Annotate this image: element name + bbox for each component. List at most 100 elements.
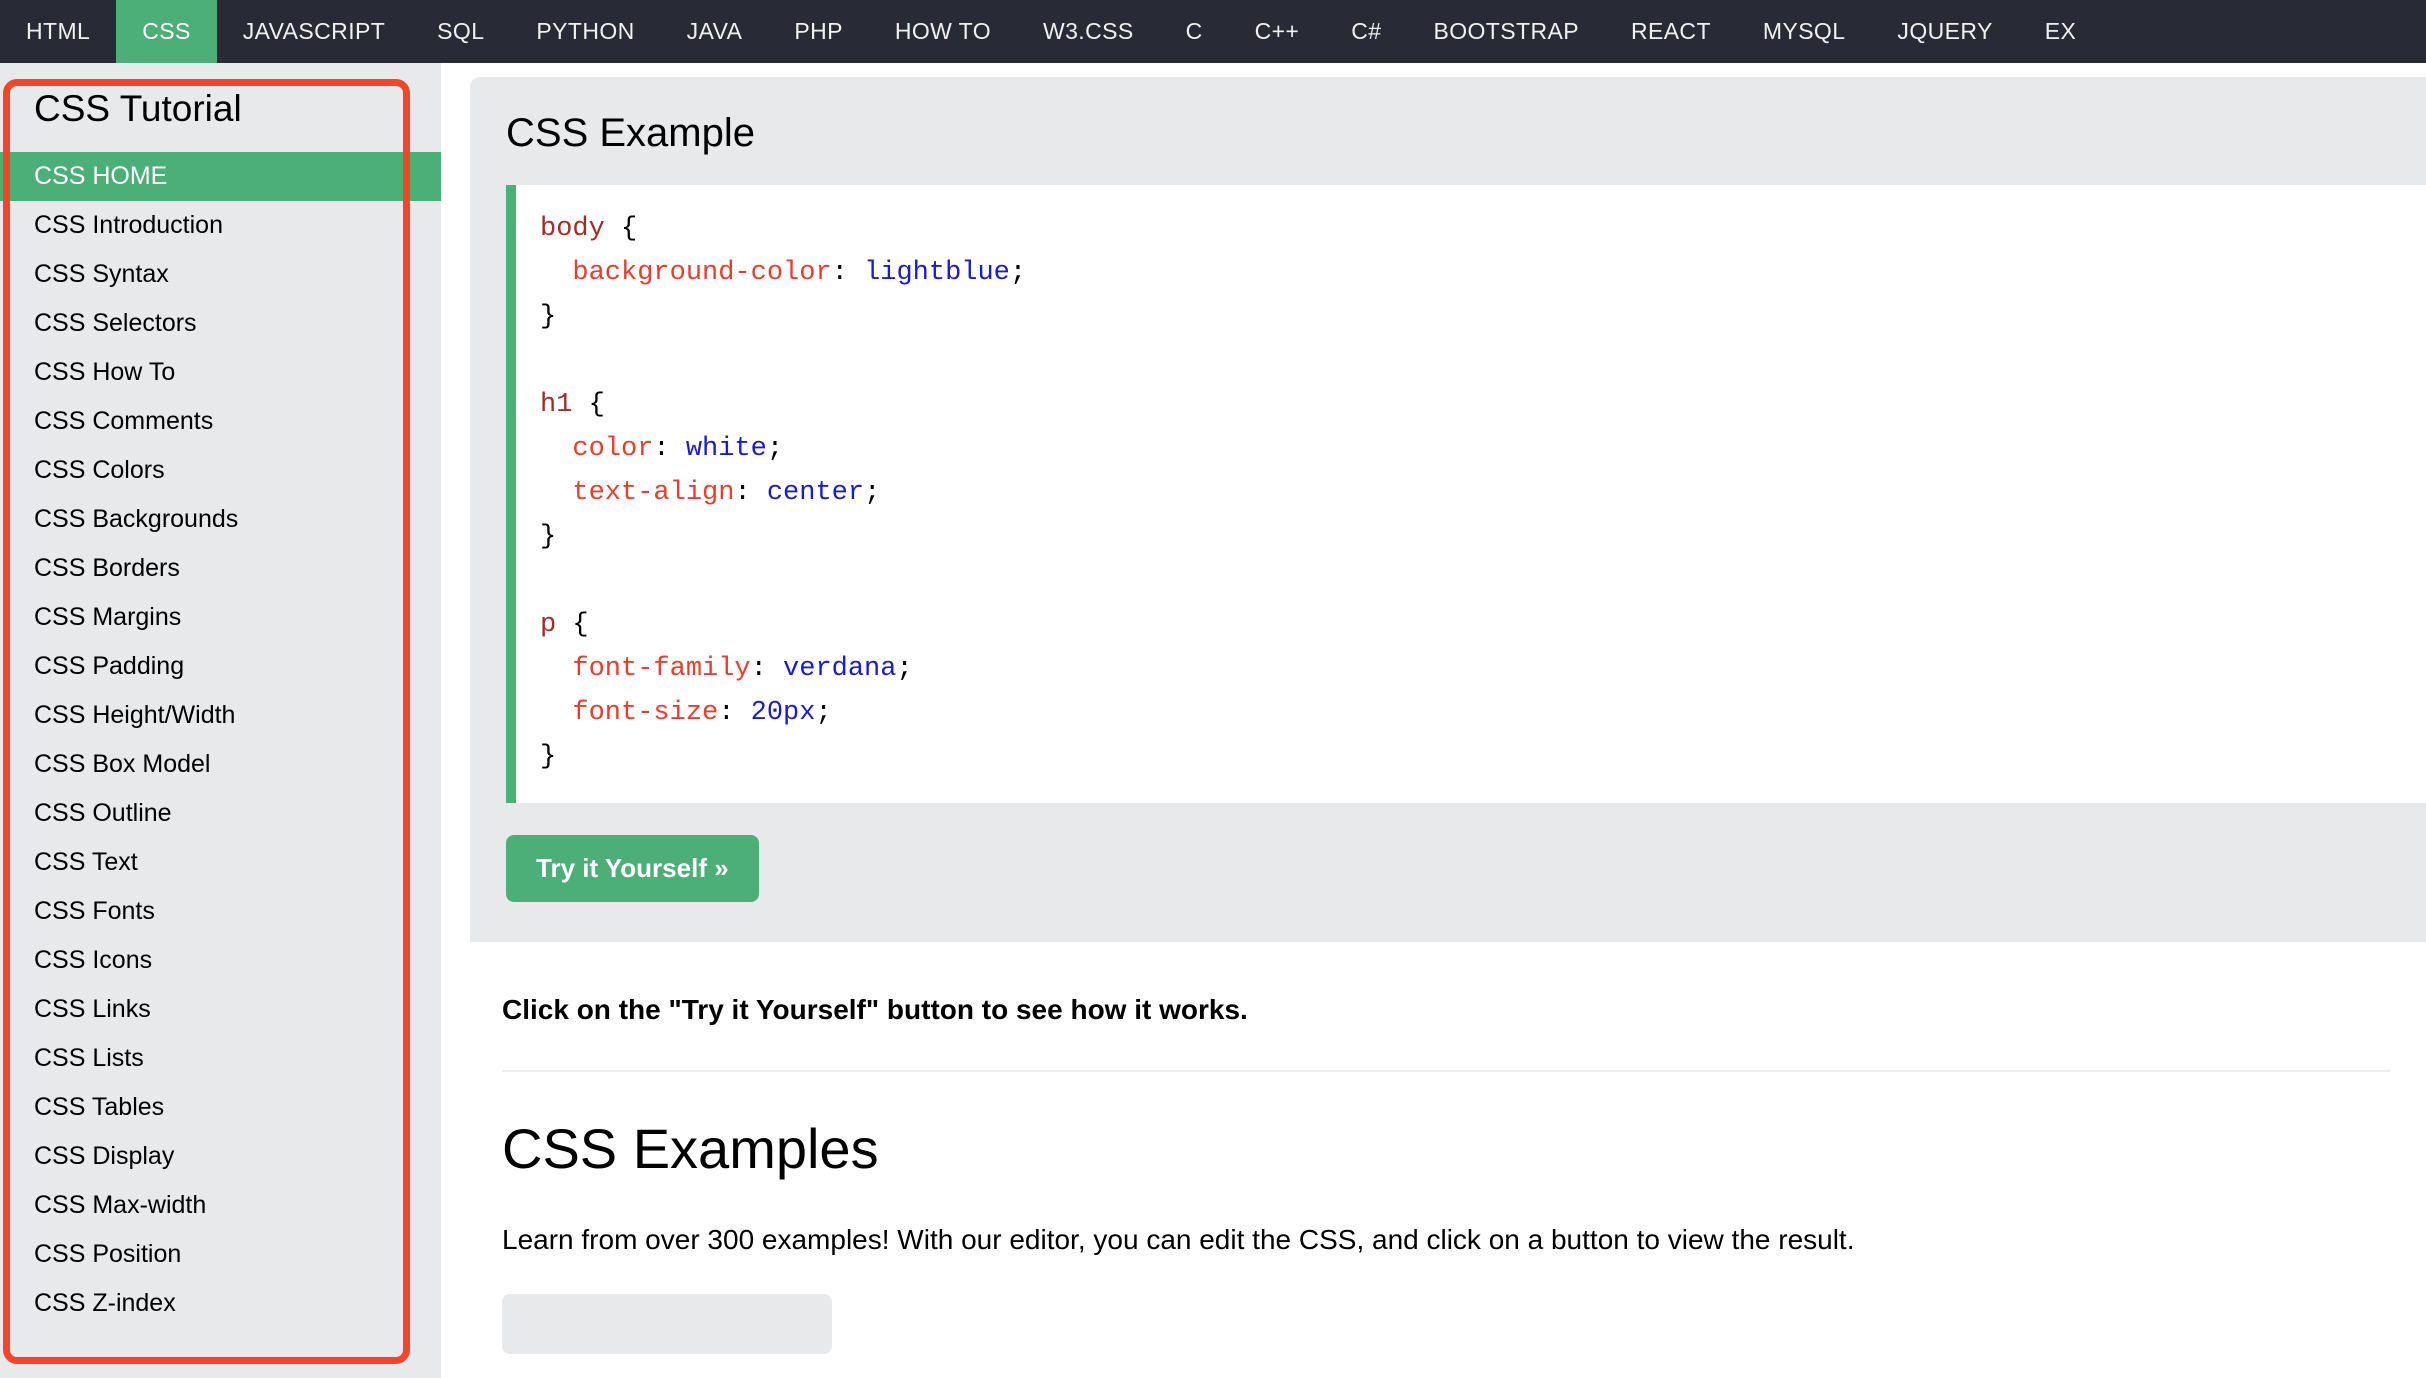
sidebar-item-css-how-to[interactable]: CSS How To xyxy=(0,348,441,397)
code-token-val: center xyxy=(766,478,865,508)
code-line: color: white; xyxy=(540,427,2426,471)
code-token-punc: ; xyxy=(896,654,913,684)
sidebar-item-css-selectors[interactable]: CSS Selectors xyxy=(0,299,441,348)
code-token-prop: font-size xyxy=(572,698,719,728)
topnav-item-bootstrap[interactable]: BOOTSTRAP xyxy=(1407,0,1604,63)
section-heading: CSS Examples xyxy=(502,1117,879,1180)
sidebar-item-css-home[interactable]: CSS HOME xyxy=(0,151,441,201)
example-title: CSS Example xyxy=(506,111,755,155)
topnav-item-react[interactable]: REACT xyxy=(1605,0,1737,63)
sidebar-item-css-links[interactable]: CSS Links xyxy=(0,985,441,1034)
main-content: CSS Example body { background-color: lig… xyxy=(466,63,2426,1378)
code-token-punc: : xyxy=(653,434,686,464)
topnav-item-jquery[interactable]: JQUERY xyxy=(1871,0,2018,63)
topnav-item-w3-css[interactable]: W3.CSS xyxy=(1017,0,1160,63)
code-token-punc: } xyxy=(540,302,557,332)
topnav-item-c-[interactable]: C# xyxy=(1325,0,1407,63)
topnav-item-c[interactable]: C xyxy=(1160,0,1229,63)
code-token-punc: } xyxy=(540,742,557,772)
sidebar-item-css-backgrounds[interactable]: CSS Backgrounds xyxy=(0,495,441,544)
css-example-card: CSS Example body { background-color: lig… xyxy=(470,77,2426,942)
code-line: h1 { xyxy=(540,383,2426,427)
sidebar-item-css-icons[interactable]: CSS Icons xyxy=(0,936,441,985)
left-sidebar: CSS Tutorial CSS HOME CSS Introduction CSS… xyxy=(0,63,441,1378)
code-token-prop: background-color xyxy=(572,258,832,288)
sidebar-nav-list: CSS HOME CSS Introduction CSS Syntax CSS Se… xyxy=(0,151,441,1328)
top-navigation-bar: HTML CSS JAVASCRIPT SQL PYTHON JAVA PHP HOW TO W… xyxy=(0,0,2426,63)
code-token-punc xyxy=(540,258,572,288)
sidebar-item-css-introduction[interactable]: CSS Introduction xyxy=(0,201,441,250)
code-line: } xyxy=(540,295,2426,339)
code-token-punc: : xyxy=(734,478,767,508)
topnav-item-css[interactable]: CSS xyxy=(116,0,217,63)
sidebar-item-css-text[interactable]: CSS Text xyxy=(0,838,441,887)
code-token-prop: color xyxy=(572,434,654,464)
code-line: p { xyxy=(540,603,2426,647)
code-token-val: white xyxy=(685,434,767,464)
code-token-punc: : xyxy=(831,258,865,288)
sidebar-item-css-z-index[interactable]: CSS Z-index xyxy=(0,1279,441,1328)
sidebar-item-css-syntax[interactable]: CSS Syntax xyxy=(0,250,441,299)
code-token-punc: { xyxy=(621,214,638,244)
sidebar-title: CSS Tutorial xyxy=(34,88,242,129)
sidebar-item-css-height-width[interactable]: CSS Height/Width xyxy=(0,691,441,740)
code-token-punc: ; xyxy=(1009,258,1027,288)
code-line: text-align: center; xyxy=(540,471,2426,515)
topnav-item-ex[interactable]: EX xyxy=(2019,0,2102,63)
code-line: } xyxy=(540,735,2426,779)
sidebar-item-css-max-width[interactable]: CSS Max-width xyxy=(0,1181,441,1230)
code-token-punc: { xyxy=(572,610,589,640)
sidebar-item-css-tables[interactable]: CSS Tables xyxy=(0,1083,441,1132)
page-body: CSS Tutorial CSS HOME CSS Introduction CSS… xyxy=(0,63,2426,1378)
topnav-item-javascript[interactable]: JAVASCRIPT xyxy=(217,0,411,63)
topnav-item-python[interactable]: PYTHON xyxy=(510,0,660,63)
sidebar-item-css-fonts[interactable]: CSS Fonts xyxy=(0,887,441,936)
topnav-item-how-to[interactable]: HOW TO xyxy=(869,0,1017,63)
sidebar-item-css-margins[interactable]: CSS Margins xyxy=(0,593,441,642)
sidebar-item-css-borders[interactable]: CSS Borders xyxy=(0,544,441,593)
section-paragraph: Learn from over 300 examples! With our e… xyxy=(502,1223,1855,1255)
code-token-punc: ; xyxy=(766,434,784,464)
examples-button-placeholder[interactable] xyxy=(502,1293,832,1354)
topnav-item-mysql[interactable]: MYSQL xyxy=(1737,0,1872,63)
code-token-prop: text-align xyxy=(572,478,735,508)
code-token-val: lightblue xyxy=(864,258,1010,288)
sidebar-item-css-lists[interactable]: CSS Lists xyxy=(0,1034,441,1083)
code-token-val: verdana xyxy=(783,654,897,684)
sidebar-item-css-comments[interactable]: CSS Comments xyxy=(0,397,441,446)
code-token-punc: : xyxy=(750,654,784,684)
sidebar-item-css-outline[interactable]: CSS Outline xyxy=(0,789,441,838)
topnav-item-sql[interactable]: SQL xyxy=(411,0,510,63)
tryit-button-wrap: Try it Yourself » xyxy=(470,803,2426,942)
code-token-punc: : xyxy=(718,698,751,728)
sidebar-item-css-display[interactable]: CSS Display xyxy=(0,1132,441,1181)
code-token-sel: h1 xyxy=(540,390,589,420)
topnav-item-java[interactable]: JAVA xyxy=(661,0,769,63)
code-token-punc: ; xyxy=(815,698,832,728)
code-token-punc xyxy=(540,478,572,508)
try-it-yourself-button[interactable]: Try it Yourself » xyxy=(506,835,759,902)
code-token-punc xyxy=(540,434,572,464)
code-token-punc: { xyxy=(588,390,605,420)
sidebar-item-css-colors[interactable]: CSS Colors xyxy=(0,446,441,495)
topnav-item-c-[interactable]: C++ xyxy=(1229,0,1326,63)
instruction-note: Click on the "Try it Yourself" button to… xyxy=(502,994,1248,1025)
topnav-item-html[interactable]: HTML xyxy=(0,0,116,63)
code-line: font-family: verdana; xyxy=(540,647,2426,691)
code-token-punc: } xyxy=(540,522,557,552)
sidebar-item-css-box-model[interactable]: CSS Box Model xyxy=(0,740,441,789)
code-line: body { xyxy=(540,207,2426,251)
code-line: } xyxy=(540,515,2426,559)
code-token-sel: p xyxy=(540,610,573,640)
code-token-sel: body xyxy=(540,214,622,244)
sidebar-item-css-position[interactable]: CSS Position xyxy=(0,1230,441,1279)
code-block: body { background-color: lightblue;} h1 … xyxy=(506,185,2426,803)
code-token-punc: ; xyxy=(864,478,881,508)
sidebar-item-css-padding[interactable]: CSS Padding xyxy=(0,642,441,691)
code-line: font-size: 20px; xyxy=(540,691,2426,735)
code-token-prop: font-family xyxy=(572,654,751,684)
code-line: background-color: lightblue; xyxy=(540,251,2426,295)
topnav-item-php[interactable]: PHP xyxy=(768,0,869,63)
